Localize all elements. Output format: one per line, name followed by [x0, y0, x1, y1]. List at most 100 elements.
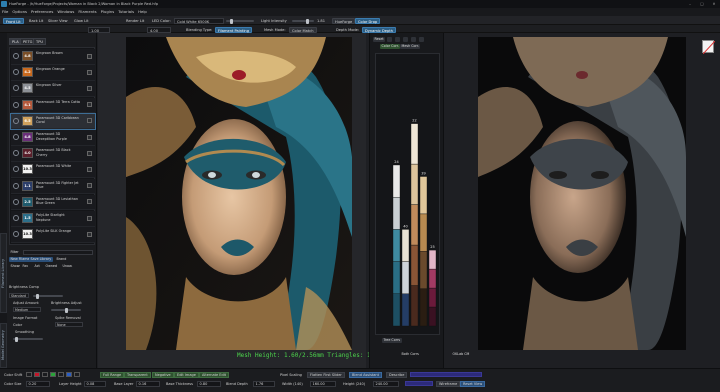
filament-row[interactable]: 1.5 PolyLite Starlight Neptune	[11, 211, 95, 227]
front-lit-button[interactable]: Front Lit	[3, 17, 24, 24]
layer-bar-segment[interactable]	[419, 176, 428, 215]
color-shift-swatch-2[interactable]	[34, 372, 40, 377]
layer-bar-segment[interactable]	[419, 288, 428, 327]
link-icon[interactable]	[13, 215, 19, 221]
full-range-button[interactable]: Full Range	[100, 371, 125, 378]
layer-bar-segment[interactable]	[392, 293, 401, 327]
tree-corrs-button[interactable]: Tree Corrs	[382, 338, 402, 343]
hueforge-button[interactable]: HueForge	[332, 17, 356, 24]
filament-checkbox[interactable]	[87, 53, 92, 59]
color-shift-swatch-1[interactable]	[26, 372, 32, 377]
color-shift-swatch-3[interactable]	[42, 372, 48, 377]
filament-swatch[interactable]: 1.5	[22, 213, 33, 223]
filament-swatch[interactable]: 10.3	[22, 164, 33, 175]
maximize-icon[interactable]: □	[696, 0, 708, 8]
describe-field[interactable]	[410, 372, 482, 377]
filament-checkbox[interactable]	[87, 69, 92, 75]
layer-bar-segment[interactable]	[428, 287, 437, 308]
blend-depth-field[interactable]: 1.76	[253, 380, 275, 387]
standard-select[interactable]: Standard	[9, 293, 29, 298]
fav-toggle[interactable]: Fav	[21, 264, 30, 269]
filament-swatch[interactable]: 4.0	[22, 148, 33, 159]
edit-image-button[interactable]: Edit Image	[174, 371, 199, 378]
filament-checkbox[interactable]	[87, 102, 92, 108]
menu-tutorials[interactable]: Tutorials	[116, 8, 136, 16]
filament-checkbox[interactable]	[87, 118, 92, 124]
alternate-edit-button[interactable]: Alternate Edit	[199, 371, 230, 378]
link-icon[interactable]	[13, 134, 19, 140]
color-shift-swatch-7[interactable]	[74, 372, 80, 377]
filament-row[interactable]: 4.5 Kingroon Silver	[11, 81, 95, 97]
color-shift-swatch-5[interactable]	[58, 372, 64, 377]
layer-bar-segment[interactable]	[419, 251, 428, 289]
width-field[interactable]: 160.00	[310, 380, 336, 387]
unowned-toggle[interactable]: Unow.	[61, 264, 74, 269]
color-shift-swatch-6[interactable]	[66, 372, 72, 377]
filament-checkbox[interactable]	[87, 134, 92, 140]
filter-input[interactable]	[23, 250, 93, 255]
transparent-button[interactable]: Transparent	[124, 371, 151, 378]
menu-file[interactable]: File	[0, 8, 10, 16]
tool-icon-1[interactable]	[387, 37, 392, 42]
dynamic-depth-button[interactable]: Dynamic Depth	[362, 26, 396, 33]
link-icon[interactable]	[13, 182, 19, 189]
filament-row[interactable]: 4.8 Kingroon Brown	[11, 49, 95, 65]
filament-swatch[interactable]: 1.1	[22, 180, 33, 191]
tab-tpu[interactable]: TPU	[33, 38, 46, 45]
light-intensity-slider[interactable]	[292, 18, 314, 24]
filament-row[interactable]: 4.0 Paramount 3D Black Cherry	[11, 146, 95, 162]
link-icon[interactable]	[13, 53, 19, 59]
base-thickness-field[interactable]: 0.80	[197, 380, 221, 387]
filament-checkbox[interactable]	[87, 199, 92, 205]
brightness-adjust-slider[interactable]	[51, 307, 81, 313]
menu-help[interactable]: Help	[136, 8, 149, 16]
layer-bar-segment[interactable]	[428, 249, 437, 270]
height-field[interactable]: 240.00	[373, 380, 399, 387]
menu-windows[interactable]: Windows	[55, 8, 76, 16]
base-layer-field[interactable]: 0.16	[136, 380, 160, 387]
menu-preferences[interactable]: Preferences	[29, 8, 55, 16]
color-drop-button[interactable]: Color Drop	[355, 17, 381, 24]
filament-checkbox[interactable]	[87, 166, 92, 172]
color-corr-button[interactable]: Color Corr.	[380, 44, 401, 49]
link-icon[interactable]	[13, 101, 19, 108]
describe-button[interactable]: Describe	[386, 371, 408, 378]
owned-toggle[interactable]: Owned	[44, 264, 59, 269]
close-icon[interactable]: ✕	[708, 0, 720, 8]
color-swatch[interactable]	[702, 40, 716, 55]
filament-checkbox[interactable]	[87, 183, 92, 189]
blend-assistant-button[interactable]: Blend Assistant	[349, 371, 383, 378]
layer-bar-segment[interactable]	[410, 163, 419, 205]
mesh-corr-button[interactable]: Mesh Corr.	[400, 44, 421, 49]
layer-bar-segment[interactable]	[410, 244, 419, 286]
menu-filaments[interactable]: Filaments	[76, 8, 98, 16]
filament-swatch[interactable]: 10.3	[22, 229, 33, 240]
color-match-button[interactable]: Color Match	[289, 26, 317, 33]
minimize-icon[interactable]: –	[684, 0, 696, 8]
color-size-field[interactable]: 0.20	[26, 380, 50, 387]
filament-row[interactable]: 4.8 Paramount 3D Deceptikon Purple	[11, 130, 95, 146]
link-icon[interactable]	[13, 150, 19, 157]
smoothing-slider[interactable]	[13, 336, 43, 342]
filament-checkbox[interactable]	[87, 150, 92, 156]
menu-options[interactable]: Options	[10, 8, 29, 16]
layer-bar-segment[interactable]	[392, 261, 401, 295]
layer-bar-segment[interactable]	[392, 196, 401, 230]
filament-swatch[interactable]: 4.8	[22, 51, 33, 61]
layer-bar-segment[interactable]	[392, 164, 401, 198]
negative-button[interactable]: Negative	[152, 371, 174, 378]
link-icon[interactable]	[13, 69, 19, 76]
medium-select[interactable]: Medium	[13, 307, 41, 312]
source-image[interactable]	[478, 37, 686, 350]
led-color-select[interactable]: Cold White 6500K	[174, 17, 224, 24]
filament-painting-button[interactable]: Filament Painting	[215, 26, 252, 33]
link-icon[interactable]	[13, 117, 19, 124]
filament-checkbox[interactable]	[87, 85, 92, 91]
save-library-button[interactable]: Save Library	[29, 257, 53, 262]
height-extra-field[interactable]	[405, 381, 433, 386]
filament-row[interactable]: 6.5 Paramount 3D Caribbean Coral	[10, 112, 96, 131]
flatten-first-slider-button[interactable]: Flatten First Slider	[307, 371, 345, 378]
layer-bar-segment[interactable]	[392, 229, 401, 262]
link-icon[interactable]	[13, 198, 19, 205]
filament-row[interactable]: 10.3 Paramount 3D White	[11, 162, 95, 178]
